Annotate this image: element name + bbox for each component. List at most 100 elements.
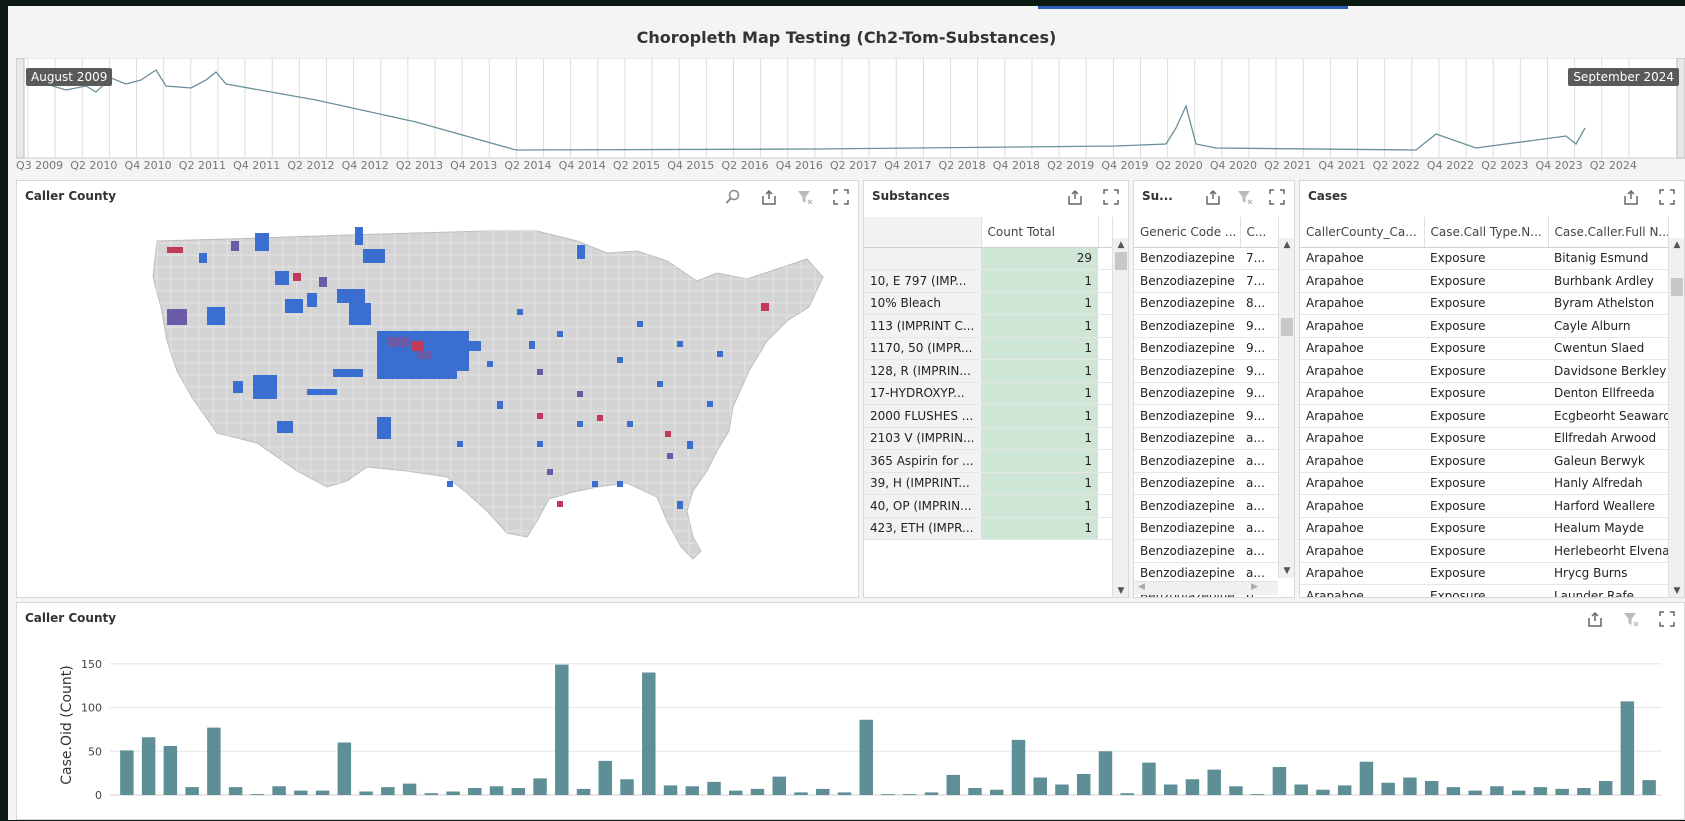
table-row[interactable]: 29	[864, 247, 1112, 270]
scroll-down-icon[interactable]: ▼	[1113, 586, 1128, 596]
bar[interactable]	[1337, 785, 1352, 795]
bar[interactable]	[402, 783, 417, 795]
county-region[interactable]	[547, 469, 553, 475]
scroll-thumb[interactable]	[1115, 252, 1127, 270]
county-region[interactable]	[627, 421, 633, 427]
bar[interactable]	[315, 790, 330, 795]
table-row[interactable]: Arapahoe Exposure Harford Weallere	[1300, 494, 1668, 518]
bar[interactable]	[968, 788, 982, 795]
table-row[interactable]: Benzodiazepine 9...	[1134, 359, 1278, 383]
table-row[interactable]: Arapahoe Exposure Herlebeorht Elvena	[1300, 539, 1668, 563]
county-region[interactable]	[355, 227, 363, 245]
column-header-generic-code[interactable]: Generic Code ...	[1134, 217, 1241, 248]
county-region[interactable]	[557, 331, 563, 337]
county-region[interactable]	[517, 309, 523, 315]
county-region[interactable]	[233, 381, 243, 393]
column-header-call-type[interactable]: Case.Call Type.N...	[1424, 217, 1549, 248]
county-region[interactable]	[377, 417, 391, 439]
county-region[interactable]	[167, 309, 187, 325]
bar[interactable]	[750, 788, 765, 795]
county-region[interactable]	[293, 273, 301, 281]
county-region[interactable]	[537, 369, 543, 375]
bar[interactable]	[1142, 762, 1156, 795]
bar-chart[interactable]: 0 50 100 150 Case.Oid (Count)	[17, 603, 1685, 821]
county-region[interactable]	[537, 413, 543, 419]
county-region[interactable]	[677, 341, 683, 347]
table-row[interactable]: 423, ETH (IMPR... 1	[864, 517, 1112, 540]
bar[interactable]	[1250, 794, 1265, 795]
county-region[interactable]	[617, 481, 623, 487]
county-region[interactable]	[231, 241, 239, 251]
county-region[interactable]	[761, 303, 769, 311]
scroll-thumb[interactable]	[1281, 318, 1293, 336]
county-region[interactable]	[617, 357, 623, 363]
county-region[interactable]	[319, 277, 327, 287]
table-row[interactable]: Benzodiazepine a...	[1134, 517, 1278, 540]
bar[interactable]	[576, 788, 591, 795]
county-region[interactable]	[557, 501, 563, 507]
bar[interactable]	[642, 672, 656, 796]
county-region[interactable]	[592, 481, 598, 487]
table-row[interactable]: Arapahoe Exposure Cwentun Slaed	[1300, 337, 1668, 360]
column-header-caller-name[interactable]: Case.Caller.Full N...	[1548, 217, 1669, 248]
bar[interactable]	[1403, 777, 1417, 796]
table-row[interactable]: Arapahoe Exposure Byram Athelston	[1300, 292, 1668, 315]
county-region[interactable]	[167, 247, 183, 253]
table-row[interactable]: Arapahoe Exposure Launder Rafe	[1300, 584, 1668, 597]
bar[interactable]	[989, 789, 1004, 795]
scroll-up-icon[interactable]: ▲	[1113, 240, 1128, 250]
county-region[interactable]	[253, 375, 277, 399]
bar[interactable]	[816, 788, 830, 795]
scroll-left-icon[interactable]: ◀	[1138, 582, 1145, 592]
bar[interactable]	[1294, 784, 1308, 796]
bar[interactable]	[1533, 787, 1548, 795]
bar[interactable]	[511, 788, 526, 795]
bar[interactable]	[468, 788, 482, 795]
bar[interactable]	[794, 792, 808, 795]
county-region[interactable]	[387, 337, 409, 347]
table-row[interactable]: Benzodiazepine 9...	[1134, 314, 1278, 338]
county-region[interactable]	[467, 341, 481, 351]
bar[interactable]	[228, 787, 243, 795]
county-region[interactable]	[707, 401, 713, 407]
bar[interactable]	[663, 785, 678, 795]
bar[interactable]	[1642, 780, 1656, 795]
table-row[interactable]: Benzodiazepine 7...	[1134, 247, 1278, 270]
table-row[interactable]: Benzodiazepine a...	[1134, 494, 1278, 518]
bar[interactable]	[1446, 787, 1461, 795]
table-row[interactable]: 2103 V (IMPRIN... 1	[864, 427, 1112, 450]
bar[interactable]	[1598, 781, 1613, 795]
county-region[interactable]	[199, 253, 207, 263]
county-region[interactable]	[487, 361, 493, 367]
bar[interactable]	[120, 750, 134, 795]
expand-icon[interactable]	[1656, 186, 1678, 208]
scroll-thumb[interactable]	[1671, 278, 1683, 296]
bar[interactable]	[337, 742, 352, 796]
scroll-down-icon[interactable]: ▼	[1669, 586, 1684, 596]
scroll-right-icon[interactable]: ▶	[1251, 582, 1258, 592]
bar[interactable]	[381, 787, 395, 795]
bar[interactable]	[1033, 777, 1047, 796]
horizontal-scrollbar[interactable]: ◀ ▶	[1134, 581, 1278, 595]
bar[interactable]	[1076, 774, 1091, 795]
county-region[interactable]	[677, 501, 683, 509]
county-region[interactable]	[657, 381, 663, 387]
table-row[interactable]: 1170, 50 (IMPR... 1	[864, 337, 1112, 360]
range-left-handle[interactable]	[16, 58, 25, 159]
table-row[interactable]: Arapahoe Exposure Ellfredah Arwood	[1300, 427, 1668, 450]
bar[interactable]	[424, 793, 439, 795]
bar[interactable]	[1163, 784, 1178, 796]
county-region[interactable]	[277, 421, 293, 433]
table-row[interactable]: Benzodiazepine a...	[1134, 427, 1278, 450]
county-region[interactable]	[337, 289, 365, 303]
table-row[interactable]: Arapahoe Exposure Healum Mayde	[1300, 517, 1668, 540]
table-row[interactable]: 10% Bleach 1	[864, 292, 1112, 315]
county-region[interactable]	[529, 341, 535, 349]
county-region[interactable]	[577, 421, 583, 427]
table-row[interactable]: Benzodiazepine 9...	[1134, 404, 1278, 428]
county-region[interactable]	[363, 249, 385, 263]
county-region[interactable]	[275, 271, 289, 285]
bar[interactable]	[1098, 751, 1113, 795]
county-region[interactable]	[207, 307, 225, 325]
table-row[interactable]: Benzodiazepine a...	[1134, 449, 1278, 473]
